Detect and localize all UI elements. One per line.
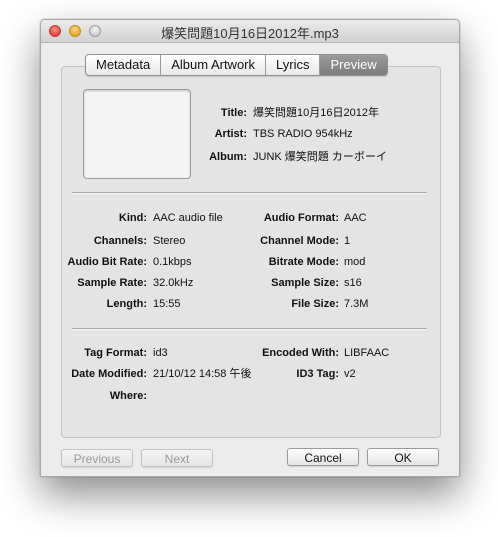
sample-size-label: Sample Size: — [271, 277, 339, 289]
tab-album-artwork[interactable]: Album Artwork — [161, 55, 267, 75]
id3-tag-label: ID3 Tag: — [296, 368, 339, 380]
audio-format-label: Audio Format: — [263, 212, 339, 224]
divider — [72, 192, 427, 194]
sample-rate-value: 32.0kHz — [153, 277, 194, 289]
bitrate-value: 0.1kbps — [153, 256, 192, 268]
previous-button[interactable]: Previous — [61, 449, 133, 467]
album-artwork-thumbnail — [83, 89, 191, 179]
ok-button[interactable]: OK — [367, 448, 439, 466]
date-modified-value: 21/10/12 14:58 午後 — [153, 368, 252, 380]
audio-format-value: AAC — [344, 212, 367, 224]
date-modified-label: Date Modified: — [71, 368, 147, 380]
album-value: JUNK 爆笑問題 カーボーイ — [253, 151, 387, 163]
file-size-label: File Size: — [291, 298, 339, 310]
length-value: 15:55 — [153, 298, 181, 310]
channels-label: Channels: — [93, 235, 147, 247]
next-button[interactable]: Next — [141, 449, 213, 467]
kind-value: AAC audio file — [153, 212, 223, 224]
id3-tag-value: v2 — [344, 368, 356, 380]
title-bar[interactable]: 爆笑問題10月16日2012年.mp3 — [41, 20, 459, 43]
tag-format-value: id3 — [153, 347, 168, 359]
channels-value: Stereo — [153, 235, 186, 247]
artist-label: Artist: — [214, 128, 247, 140]
tab-lyrics[interactable]: Lyrics — [266, 55, 321, 75]
tab-bar: Metadata Album Artwork Lyrics Preview — [85, 54, 388, 76]
artist-value: TBS RADIO 954kHz — [253, 128, 353, 140]
bitrate-mode-label: Bitrate Mode: — [268, 256, 339, 268]
tab-preview[interactable]: Preview — [320, 55, 387, 75]
length-label: Length: — [106, 298, 147, 310]
kind-label: Kind: — [118, 212, 147, 224]
channel-mode-label: Channel Mode: — [260, 235, 339, 247]
window-title: 爆笑問題10月16日2012年.mp3 — [161, 26, 339, 41]
encoded-with-value: LIBFAAC — [344, 347, 390, 359]
album-label: Album: — [209, 151, 247, 163]
file-size-value: 7.3M — [344, 298, 369, 310]
sample-size-value: s16 — [344, 277, 362, 289]
tab-metadata[interactable]: Metadata — [86, 55, 162, 75]
title-value: 爆笑問題10月16日2012年 — [253, 107, 379, 119]
divider — [72, 328, 427, 330]
sample-rate-label: Sample Rate: — [77, 277, 147, 289]
cancel-button[interactable]: Cancel — [287, 448, 359, 466]
inspector-window: 爆笑問題10月16日2012年.mp3 Metadata Album Artwo… — [40, 19, 460, 477]
encoded-with-label: Encoded With: — [262, 347, 339, 359]
title-label: Title: — [220, 107, 247, 119]
where-label: Where: — [109, 390, 147, 402]
bitrate-label: Audio Bit Rate: — [67, 256, 147, 268]
channel-mode-value: 1 — [344, 235, 351, 247]
bitrate-mode-value: mod — [344, 256, 366, 268]
tag-format-label: Tag Format: — [84, 347, 147, 359]
